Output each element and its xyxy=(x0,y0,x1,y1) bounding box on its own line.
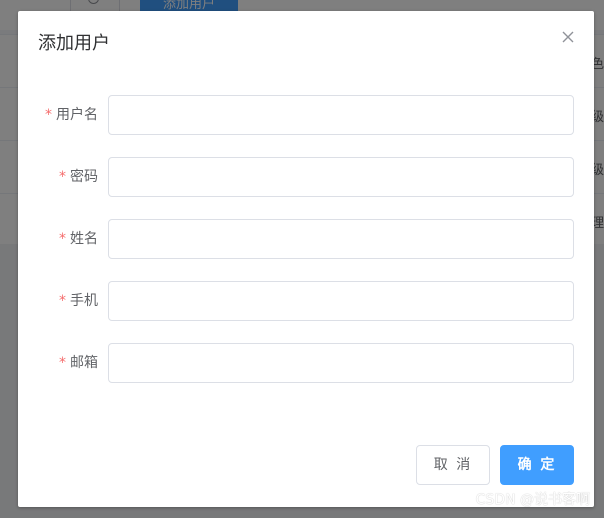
username-label: * 用户名 xyxy=(45,107,98,123)
password-label: * 密码 xyxy=(59,169,98,185)
email-label: * 邮箱 xyxy=(59,355,98,371)
close-button[interactable] xyxy=(560,29,576,45)
form-item-email: * 邮箱 xyxy=(18,343,594,383)
name-label: * 姓名 xyxy=(59,231,98,247)
email-input[interactable] xyxy=(108,343,574,383)
watermark: CSDN @说书客啊 xyxy=(475,492,590,508)
phone-input[interactable] xyxy=(108,281,574,321)
name-input[interactable] xyxy=(108,219,574,259)
confirm-button[interactable]: 确 定 xyxy=(500,445,574,485)
form-item-password: * 密码 xyxy=(18,157,594,197)
form-item-phone: * 手机 xyxy=(18,281,594,321)
form-item-username: * 用户名 xyxy=(18,95,594,135)
close-icon xyxy=(562,31,574,43)
required-mark: * xyxy=(59,355,66,371)
required-mark: * xyxy=(59,169,66,185)
cancel-button[interactable]: 取 消 xyxy=(416,445,490,485)
required-mark: * xyxy=(59,293,66,309)
add-user-dialog: 添加用户 * 用户名 * 密码 * 姓名 * 手机 * 邮箱 取 消 确 定 xyxy=(18,11,594,507)
phone-label: * 手机 xyxy=(59,293,98,309)
dialog-title: 添加用户 xyxy=(38,33,110,54)
required-mark: * xyxy=(45,107,52,123)
form-item-name: * 姓名 xyxy=(18,219,594,259)
required-mark: * xyxy=(59,231,66,247)
password-input[interactable] xyxy=(108,157,574,197)
username-input[interactable] xyxy=(108,95,574,135)
